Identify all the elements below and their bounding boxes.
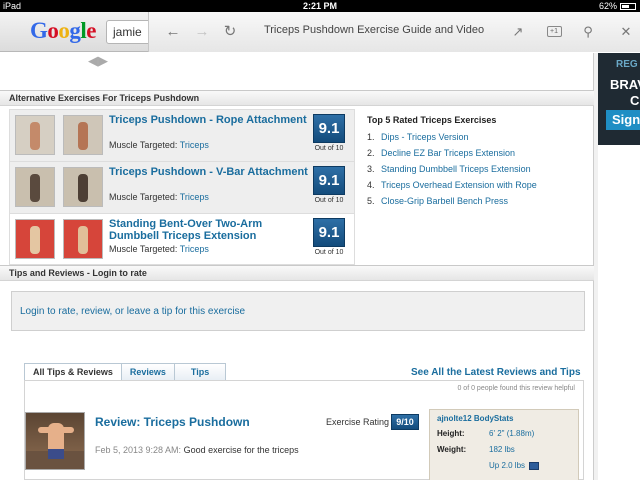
page-viewport: ◀▶ Alternative Exercises For Triceps Pus… — [0, 53, 598, 480]
back-icon[interactable]: ← — [164, 23, 182, 41]
page-content: ◀▶ Alternative Exercises For Triceps Pus… — [0, 53, 594, 480]
review-meta: Feb 5, 2013 9:28 AM: Good exercise for t… — [95, 445, 299, 455]
exercise-thumbnail[interactable] — [15, 115, 55, 155]
review-text: Good exercise for the triceps — [183, 445, 299, 455]
muscle-link[interactable]: Triceps — [180, 244, 209, 254]
ad-line: REG — [616, 59, 638, 70]
close-icon[interactable]: ✕ — [617, 23, 635, 41]
rating-scale: Out of 10 — [314, 249, 344, 256]
list-item[interactable]: Triceps Pushdown - V-Bar Attachment Musc… — [10, 162, 354, 214]
search-input[interactable]: jamie — [106, 20, 154, 44]
forward-icon[interactable]: → — [193, 23, 211, 41]
exercise-thumbnail[interactable] — [15, 219, 55, 259]
thumbs-icon[interactable]: ◀▶ — [88, 53, 108, 69]
tabs-icon[interactable]: +1 — [545, 23, 563, 41]
tips-header: Tips and Reviews - Login to rate — [0, 265, 594, 281]
exercise-title[interactable]: Standing Bent-Over Two-Arm Dumbbell Tric… — [109, 218, 309, 242]
ad-signup-button[interactable]: Sign — [606, 110, 640, 130]
battery-icon — [620, 2, 636, 10]
top-strip: ◀▶ — [0, 53, 594, 89]
browser-toolbar: Google jamie ← → ↻ Triceps Pushdown Exer… — [0, 12, 640, 52]
rating-badge: 9.1 — [313, 114, 345, 143]
exercise-thumbnail[interactable] — [63, 219, 103, 259]
top5-title: Top 5 Rated Triceps Exercises — [367, 115, 497, 125]
top5-item[interactable]: 1. Dips - Triceps Version — [367, 129, 587, 145]
muscle-targeted: Muscle Targeted: Triceps — [109, 140, 209, 150]
muscle-link[interactable]: Triceps — [180, 192, 209, 202]
top5-item[interactable]: 2. Decline EZ Bar Triceps Extension — [367, 145, 587, 161]
tab-reviews[interactable]: Reviews — [120, 363, 175, 381]
alternatives-header: Alternative Exercises For Triceps Pushdo… — [0, 90, 594, 106]
exercise-title[interactable]: Triceps Pushdown - V-Bar Attachment — [109, 166, 309, 178]
page-title: Triceps Pushdown Exercise Guide and Vide… — [263, 24, 485, 36]
muscle-targeted: Muscle Targeted: Triceps — [109, 192, 209, 202]
rating-scale: Out of 10 — [314, 145, 344, 152]
ad-banner[interactable]: REG BRAV C Sign — [598, 53, 640, 145]
rating-badge: 9.1 — [313, 218, 345, 247]
rating-scale: Out of 10 — [314, 197, 344, 204]
rating-badge: 9.1 — [313, 166, 345, 195]
ad-line: BRAV — [610, 77, 640, 92]
exercise-rating-label: Exercise Rating — [326, 417, 390, 427]
weight-change-row: Up 2.0 lbs — [437, 461, 540, 470]
battery-status: 62% — [599, 0, 636, 12]
bodystats-panel: ajnolte12 BodyStats Height: 6' 2" (1.88m)… — [429, 409, 579, 480]
find-icon[interactable]: ⚲ — [579, 23, 597, 41]
review-panel: 0 of 0 people found this review helpful … — [24, 380, 584, 480]
review-photo[interactable] — [25, 412, 85, 470]
see-all-link[interactable]: See All the Latest Reviews and Tips — [411, 367, 581, 378]
height-row: Height: 6' 2" (1.88m) — [437, 429, 535, 438]
exercise-thumbnail[interactable] — [15, 167, 55, 207]
helpful-count: 0 of 0 people found this review helpful — [457, 385, 575, 392]
exercise-title[interactable]: Triceps Pushdown - Rope Attachment — [109, 114, 309, 126]
top5-item[interactable]: 5. Close-Grip Barbell Bench Press — [367, 193, 587, 209]
share-icon[interactable]: ↗ — [509, 23, 527, 41]
review-tabs: All Tips & Reviews Reviews Tips — [24, 363, 227, 381]
ad-line: C — [630, 93, 640, 108]
review-date: Feb 5, 2013 9:28 AM: — [95, 445, 182, 455]
top5-list: 1. Dips - Triceps Version 2. Decline EZ Ba… — [367, 129, 587, 209]
status-bar: iPad 2:21 PM 62% — [0, 0, 640, 12]
exercise-rating-badge: 9/10 — [391, 414, 419, 430]
list-item[interactable]: Triceps Pushdown - Rope Attachment Muscl… — [10, 110, 354, 162]
clock: 2:21 PM — [302, 1, 337, 11]
bodystats-user-link[interactable]: ajnolte12 BodyStats — [437, 414, 513, 423]
top5-panel: Top 5 Rated Triceps Exercises 1. Dips - T… — [367, 115, 587, 209]
exercise-thumbnail[interactable] — [63, 115, 103, 155]
reload-icon[interactable]: ↻ — [221, 23, 239, 41]
exercise-thumbnail[interactable] — [63, 167, 103, 207]
top5-item[interactable]: 3. Standing Dumbbell Triceps Extension — [367, 161, 587, 177]
tab-all-tips-reviews[interactable]: All Tips & Reviews — [24, 363, 122, 381]
google-logo[interactable]: Google — [30, 18, 96, 44]
list-item[interactable]: Standing Bent-Over Two-Arm Dumbbell Tric… — [10, 214, 354, 266]
muscle-link[interactable]: Triceps — [180, 140, 209, 150]
chart-icon[interactable] — [529, 461, 540, 470]
muscle-targeted: Muscle Targeted: Triceps — [109, 244, 209, 254]
weight-row: Weight: 182 lbs — [437, 445, 515, 454]
browser-tab-panel: ← → ↻ Triceps Pushdown Exercise Guide an… — [148, 12, 640, 52]
login-link[interactable]: Login to rate, review, or leave a tip fo… — [11, 291, 585, 331]
alternatives-list: Triceps Pushdown - Rope Attachment Muscl… — [9, 109, 355, 265]
tab-tips[interactable]: Tips — [173, 363, 227, 381]
battery-percent: 62% — [598, 1, 617, 11]
review-title[interactable]: Review: Triceps Pushdown — [95, 415, 250, 429]
top5-item[interactable]: 4. Triceps Overhead Extension with Rope — [367, 177, 587, 193]
